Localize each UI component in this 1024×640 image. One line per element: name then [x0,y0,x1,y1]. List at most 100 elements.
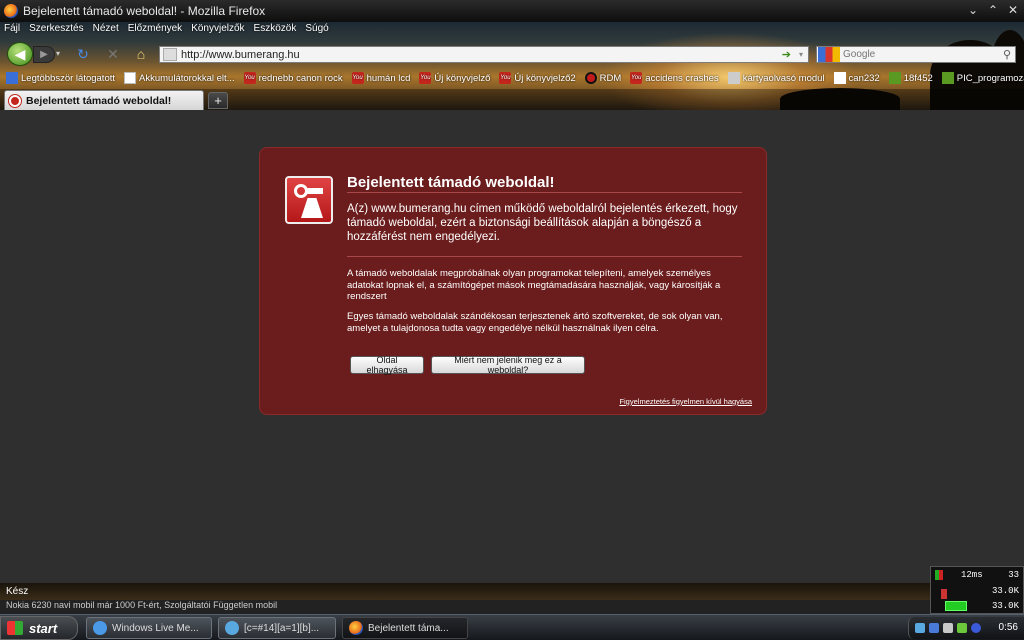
minimize-icon[interactable]: ⌄ [964,3,982,17]
bookmark-item[interactable]: You Új könyvjelző [419,72,490,84]
menu-view[interactable]: Nézet [93,23,119,40]
new-tab-button[interactable]: + [208,92,228,109]
bookmark-item[interactable]: Legtöbbször látogatott [6,72,115,84]
menu-edit[interactable]: Szerkesztés [29,23,83,40]
chat-icon [225,621,239,635]
messenger-icon [93,621,107,635]
page-content: Bejelentett támadó weboldal! A(z) www.bu… [0,110,1024,583]
attack-site-police-icon [285,176,333,224]
tab-attack-site[interactable]: Bejelentett támadó weboldal! [4,90,204,110]
status-text: Kész [6,586,29,597]
warning-title: Bejelentett támadó weboldal! [347,174,555,191]
search-icon[interactable]: ⚲ [1003,48,1011,61]
youtube-icon: You [499,72,512,84]
tray-volume-icon[interactable] [943,623,953,633]
divider [347,192,742,193]
firefox-icon [349,621,363,635]
search-input[interactable] [843,49,1003,60]
start-label: start [29,620,58,636]
menu-file[interactable]: Fájl [4,23,20,40]
bookmark-item[interactable]: Akkumulátorokkal elt... [124,72,235,84]
leaf-icon [941,72,954,84]
warning-paragraph-2: Egyes támadó weboldalak szándékosan terj… [347,311,723,334]
why-blocked-button[interactable]: Miért nem jelenik meg ez a weboldal? [431,355,585,375]
firefox-window: Bejelentett támadó weboldal! - Mozilla F… [0,0,1024,640]
menu-history[interactable]: Előzmények [128,23,182,40]
bookmark-item[interactable]: You accidens crashes [630,72,719,84]
warning-main-text: A(z) www.bumerang.hu címen működő webold… [347,203,738,243]
site-favicon-icon [163,48,177,61]
system-tray: 0:56 [908,617,1024,639]
meter-bar-icon [935,570,943,580]
page-icon [124,72,137,84]
taskbar: start Windows Live Me... [c=#14][a=1][b]… [0,614,1024,640]
youtube-icon: You [419,72,432,84]
history-dropdown-icon[interactable]: ▾ [56,49,60,58]
bookmark-item[interactable]: You rednebb canon rock [243,72,343,84]
bookmark-item[interactable]: can232 [833,72,880,84]
bookmark-item[interactable]: You humán lcd [351,72,410,84]
warning-paragraph-1: A támadó weboldalak megpróbálnak olyan p… [347,268,721,302]
clock: 0:56 [998,622,1018,633]
google-engine-icon[interactable] [818,47,840,62]
leave-page-button[interactable]: Oldal elhagyása [350,355,424,375]
meter-count: 33 [1008,570,1019,580]
maximize-icon[interactable]: ⌃ [984,3,1002,17]
network-meter-widget: 12ms 33 33.0K 33.0K [930,566,1024,614]
background-window-text: Nokia 6230 navi mobil már 1000 Ft-ért, S… [0,600,1024,614]
document-icon [833,72,846,84]
taskbar-item-chat[interactable]: [c=#14][a=1][b]... [218,617,336,639]
attack-site-warning-panel: Bejelentett támadó weboldal! A(z) www.bu… [259,147,767,415]
taskbar-item-firefox[interactable]: Bejelentett táma... [342,617,468,639]
divider [347,256,742,257]
tray-messenger-icon[interactable] [929,623,939,633]
forward-button[interactable]: ▶ [33,46,55,63]
windows-flag-icon [7,621,23,635]
bookmark-item[interactable]: PIC_programozas_ [941,72,1024,84]
url-bar[interactable]: ➔ ▾ [159,46,809,63]
bookmark-item[interactable]: RDM [584,72,621,84]
back-button[interactable]: ◀ [7,42,33,66]
close-icon[interactable]: ✕ [1004,3,1022,17]
bookmark-item[interactable]: You Új könyvjelző2 [499,72,576,84]
meter-up-bar-icon [941,589,947,599]
url-input[interactable] [181,48,782,61]
menu-tools[interactable]: Eszközök [254,23,297,40]
meter-down-bar-icon [945,601,967,611]
blocked-site-icon [8,93,22,108]
youtube-icon: You [630,72,643,84]
meter-down: 33.0K [991,601,1019,611]
tray-security-icon[interactable] [957,623,967,633]
ignore-warning-link[interactable]: Figyelmeztetés figyelmen kívül hagyása [619,397,752,406]
window-title: Bejelentett támadó weboldal! - Mozilla F… [23,4,266,18]
tab-bar: Bejelentett támadó weboldal! + [0,89,1024,110]
menu-help[interactable]: Súgó [305,23,328,40]
search-bar[interactable]: ⚲ [816,46,1016,63]
bookmark-item[interactable]: 18f452 [888,72,933,84]
bookmark-item[interactable]: kártyaolvasó modul [727,72,825,84]
status-bar: Kész [0,583,1024,600]
firefox-logo-icon [4,4,18,18]
title-bar: Bejelentett támadó weboldal! - Mozilla F… [0,0,1024,22]
reload-icon[interactable]: ↻ [74,45,92,63]
stop-icon[interactable]: ✕ [104,45,122,63]
navigation-toolbar: ◀ ▶ ▾ ↻ ✕ ⌂ ➔ ▾ ⚲ [0,40,1024,67]
meter-up: 33.0K [991,586,1019,596]
menu-bookmarks[interactable]: Könyvjelzők [191,23,244,40]
url-dropdown-icon[interactable]: ▾ [799,50,803,59]
youtube-icon: You [243,72,256,84]
tab-label: Bejelentett támadó weboldal! [26,94,172,107]
leaf-icon [888,72,901,84]
tray-network-icon[interactable] [915,623,925,633]
tray-bluetooth-icon[interactable] [971,623,981,633]
bookmark-folder-icon [6,72,18,84]
rdm-icon [584,72,597,84]
card-icon [727,72,740,84]
go-arrow-icon[interactable]: ➔ [782,48,791,61]
bookmarks-toolbar: Legtöbbször látogatott Akkumulátorokkal … [0,69,1024,87]
home-icon[interactable]: ⌂ [132,45,150,63]
youtube-icon: You [351,72,364,84]
start-button[interactable]: start [0,616,78,640]
menu-bar: Fájl Szerkesztés Nézet Előzmények Könyvj… [0,23,338,40]
taskbar-item-messenger[interactable]: Windows Live Me... [86,617,212,639]
